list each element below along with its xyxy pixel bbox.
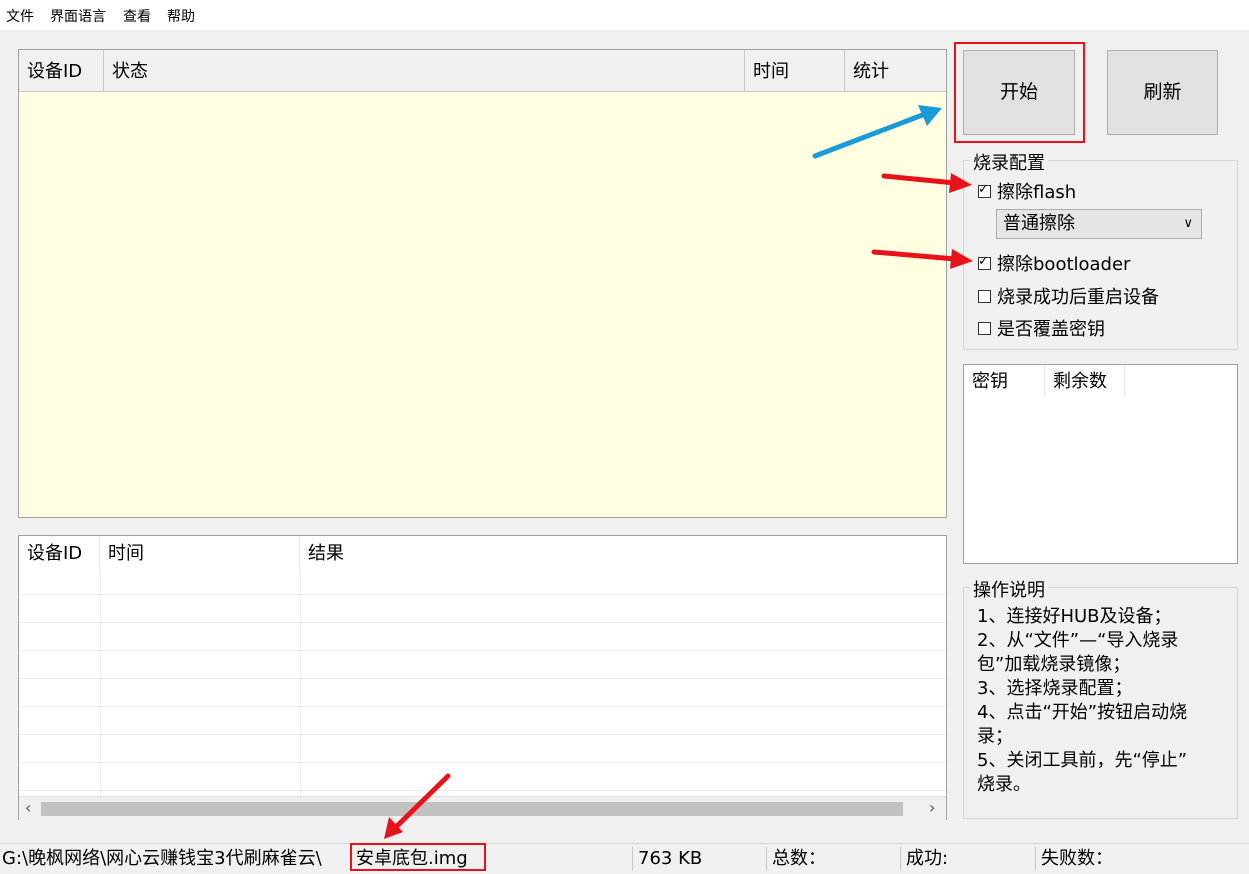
key-table[interactable]: 密钥 剩余数 (963, 364, 1238, 564)
burn-config-title: 烧录配置 (970, 149, 1048, 175)
menu-file[interactable]: 文件 (6, 6, 34, 26)
log-table[interactable]: 设备ID 时间 结果 ‹ › (18, 535, 947, 820)
row-divider (19, 734, 946, 735)
key-header-remaining[interactable]: 剩余数 (1045, 365, 1125, 397)
instructions-title: 操作说明 (970, 576, 1048, 602)
erase-bootloader-label: 擦除bootloader (997, 254, 1131, 275)
highlight-box (954, 42, 1085, 143)
fail-count-label: 失败数： (1041, 848, 1113, 869)
row-divider (19, 790, 946, 791)
scroll-right-icon[interactable]: › (929, 798, 935, 817)
file-path: G:\晚枫网络\网心云赚钱宝3代刷麻雀云\ (2, 848, 322, 869)
instruction-line: 2、从“文件”—“导入烧录 (977, 630, 1179, 651)
instruction-line: 录； (977, 726, 1013, 747)
log-header-result[interactable]: 结果 (300, 536, 946, 574)
checkmark-icon: ✓ (978, 181, 989, 197)
menu-bar: 文件 界面语言 查看 帮助 (0, 0, 1249, 30)
chevron-down-icon: ∨ (1183, 216, 1193, 231)
erase-bootloader-option[interactable]: ✓ 擦除bootloader (978, 251, 1130, 275)
row-divider (19, 594, 946, 595)
column-header-status[interactable]: 状态 (104, 50, 745, 92)
row-divider (19, 706, 946, 707)
status-divider (632, 847, 633, 871)
erase-flash-label: 擦除flash (997, 182, 1077, 203)
erase-flash-checkbox[interactable]: ✓ (978, 182, 991, 198)
status-bar: G:\晚枫网络\网心云赚钱宝3代刷麻雀云\ 安卓底包.img 763 KB 总数… (0, 843, 1249, 872)
refresh-button[interactable]: 刷新 (1107, 50, 1218, 135)
row-divider (19, 678, 946, 679)
reboot-after-checkbox[interactable] (978, 289, 991, 303)
instruction-line: 包”加载烧录镜像； (977, 654, 1131, 675)
column-header-device-id[interactable]: 设备ID (19, 50, 104, 92)
instruction-line: 4、点击“开始”按钮启动烧 (977, 702, 1188, 723)
menu-help[interactable]: 帮助 (167, 6, 195, 26)
total-count-label: 总数： (772, 848, 826, 869)
status-divider (1035, 847, 1036, 871)
overwrite-key-option[interactable]: 是否覆盖密钥 (978, 316, 1105, 340)
file-size: 763 KB (638, 848, 703, 869)
status-divider (900, 847, 901, 871)
scroll-thumb[interactable] (41, 802, 903, 816)
highlight-box (350, 843, 486, 871)
instruction-line: 3、选择烧录配置； (977, 678, 1133, 699)
horizontal-scrollbar[interactable]: ‹ › (19, 796, 946, 820)
erase-flash-option[interactable]: ✓ 擦除flash (978, 179, 1076, 203)
column-header-stats[interactable]: 统计 (845, 50, 946, 92)
erase-mode-value: 普通擦除 (1003, 213, 1075, 234)
checkmark-icon: ✓ (978, 253, 989, 269)
menu-view[interactable]: 查看 (123, 6, 151, 26)
erase-mode-select[interactable]: 普通擦除 ∨ (996, 209, 1202, 239)
log-header-device-id[interactable]: 设备ID (19, 536, 100, 574)
row-divider (19, 762, 946, 763)
instruction-line: 5、关闭工具前，先“停止” (977, 750, 1188, 771)
erase-bootloader-checkbox[interactable]: ✓ (978, 254, 991, 270)
instruction-line: 1、连接好HUB及设备； (977, 606, 1172, 627)
column-divider (100, 574, 101, 796)
success-count-label: 成功: (906, 848, 949, 869)
overwrite-key-label: 是否覆盖密钥 (997, 319, 1105, 340)
instruction-line: 烧录。 (977, 774, 1031, 795)
column-header-time[interactable]: 时间 (745, 50, 845, 92)
device-table[interactable]: 设备ID 状态 时间 统计 (18, 49, 947, 518)
status-divider (766, 847, 767, 871)
scroll-left-icon[interactable]: ‹ (25, 798, 31, 817)
column-divider (300, 574, 301, 796)
key-header-key[interactable]: 密钥 (964, 365, 1045, 397)
row-divider (19, 650, 946, 651)
log-header-time[interactable]: 时间 (100, 536, 300, 574)
row-divider (19, 622, 946, 623)
overwrite-key-checkbox[interactable] (978, 321, 991, 335)
reboot-after-option[interactable]: 烧录成功后重启设备 (978, 284, 1159, 308)
menu-language[interactable]: 界面语言 (50, 6, 106, 26)
reboot-after-label: 烧录成功后重启设备 (997, 287, 1159, 308)
